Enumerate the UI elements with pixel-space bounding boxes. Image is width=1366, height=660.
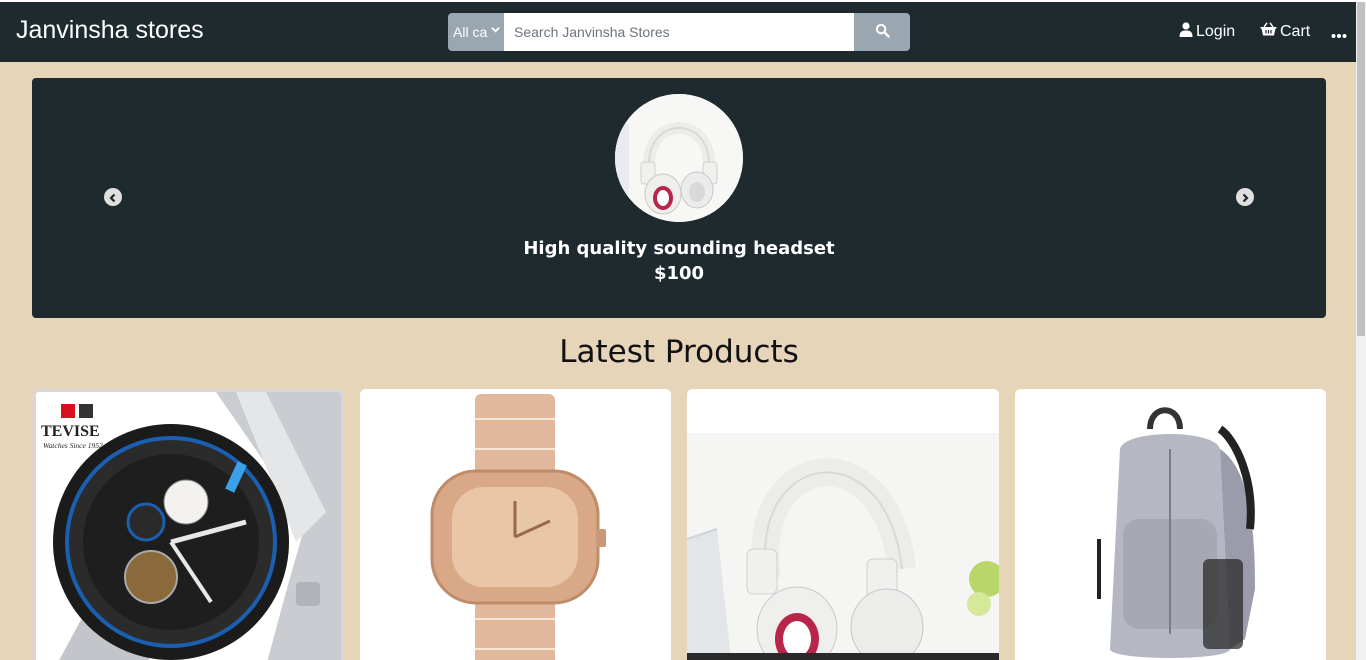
navbar: Janvinsha stores All ca Login Cart	[0, 2, 1356, 62]
search-button[interactable]	[854, 13, 910, 51]
brand-logo[interactable]: Janvinsha stores	[16, 16, 204, 45]
chevron-left-icon	[108, 188, 118, 207]
product-card-gold-watch[interactable]	[360, 389, 671, 660]
category-select-value: All ca	[453, 24, 488, 40]
watch-brand-tagline: Watches Since 1952	[43, 441, 103, 450]
search-bar: All ca	[448, 13, 910, 51]
headphones-image	[687, 389, 999, 660]
product-card-backpack[interactable]	[1015, 389, 1326, 660]
cart-label: Cart	[1280, 22, 1311, 40]
basket-icon	[1260, 22, 1277, 41]
headset-icon	[615, 94, 743, 222]
cart-link[interactable]: Cart	[1260, 22, 1310, 41]
chevron-down-icon	[491, 13, 500, 51]
carousel-product-title[interactable]: High quality sounding headset	[32, 238, 1326, 259]
login-label: Login	[1196, 23, 1236, 40]
watch-image: TEVISE Watches Since 1952	[36, 392, 341, 660]
watch-brand-logo: TEVISE	[41, 423, 100, 440]
user-icon	[1179, 22, 1193, 42]
carousel-product-price: $100	[653, 263, 705, 284]
product-card-headphones[interactable]	[687, 389, 999, 660]
carousel-next-button[interactable]	[1236, 188, 1254, 206]
search-input[interactable]	[504, 13, 854, 51]
carousel-prev-button[interactable]	[104, 188, 122, 206]
gold-watch-image	[360, 389, 671, 660]
backpack-image	[1015, 389, 1326, 660]
product-carousel: High quality sounding headset $100	[32, 78, 1326, 318]
chevron-right-icon	[1240, 188, 1250, 207]
latest-products-heading: Latest Products	[559, 334, 799, 370]
carousel-product-image[interactable]	[615, 94, 743, 222]
category-select[interactable]: All ca	[448, 13, 504, 51]
scrollbar-thumb[interactable]	[1357, 2, 1365, 336]
login-link[interactable]: Login	[1179, 22, 1235, 42]
product-card-watch[interactable]: TEVISE Watches Since 1952	[33, 389, 344, 660]
scrollbar[interactable]	[1356, 2, 1366, 660]
more-options-button[interactable]	[1331, 24, 1347, 43]
ellipsis-icon	[1331, 24, 1347, 43]
search-icon	[875, 23, 890, 42]
